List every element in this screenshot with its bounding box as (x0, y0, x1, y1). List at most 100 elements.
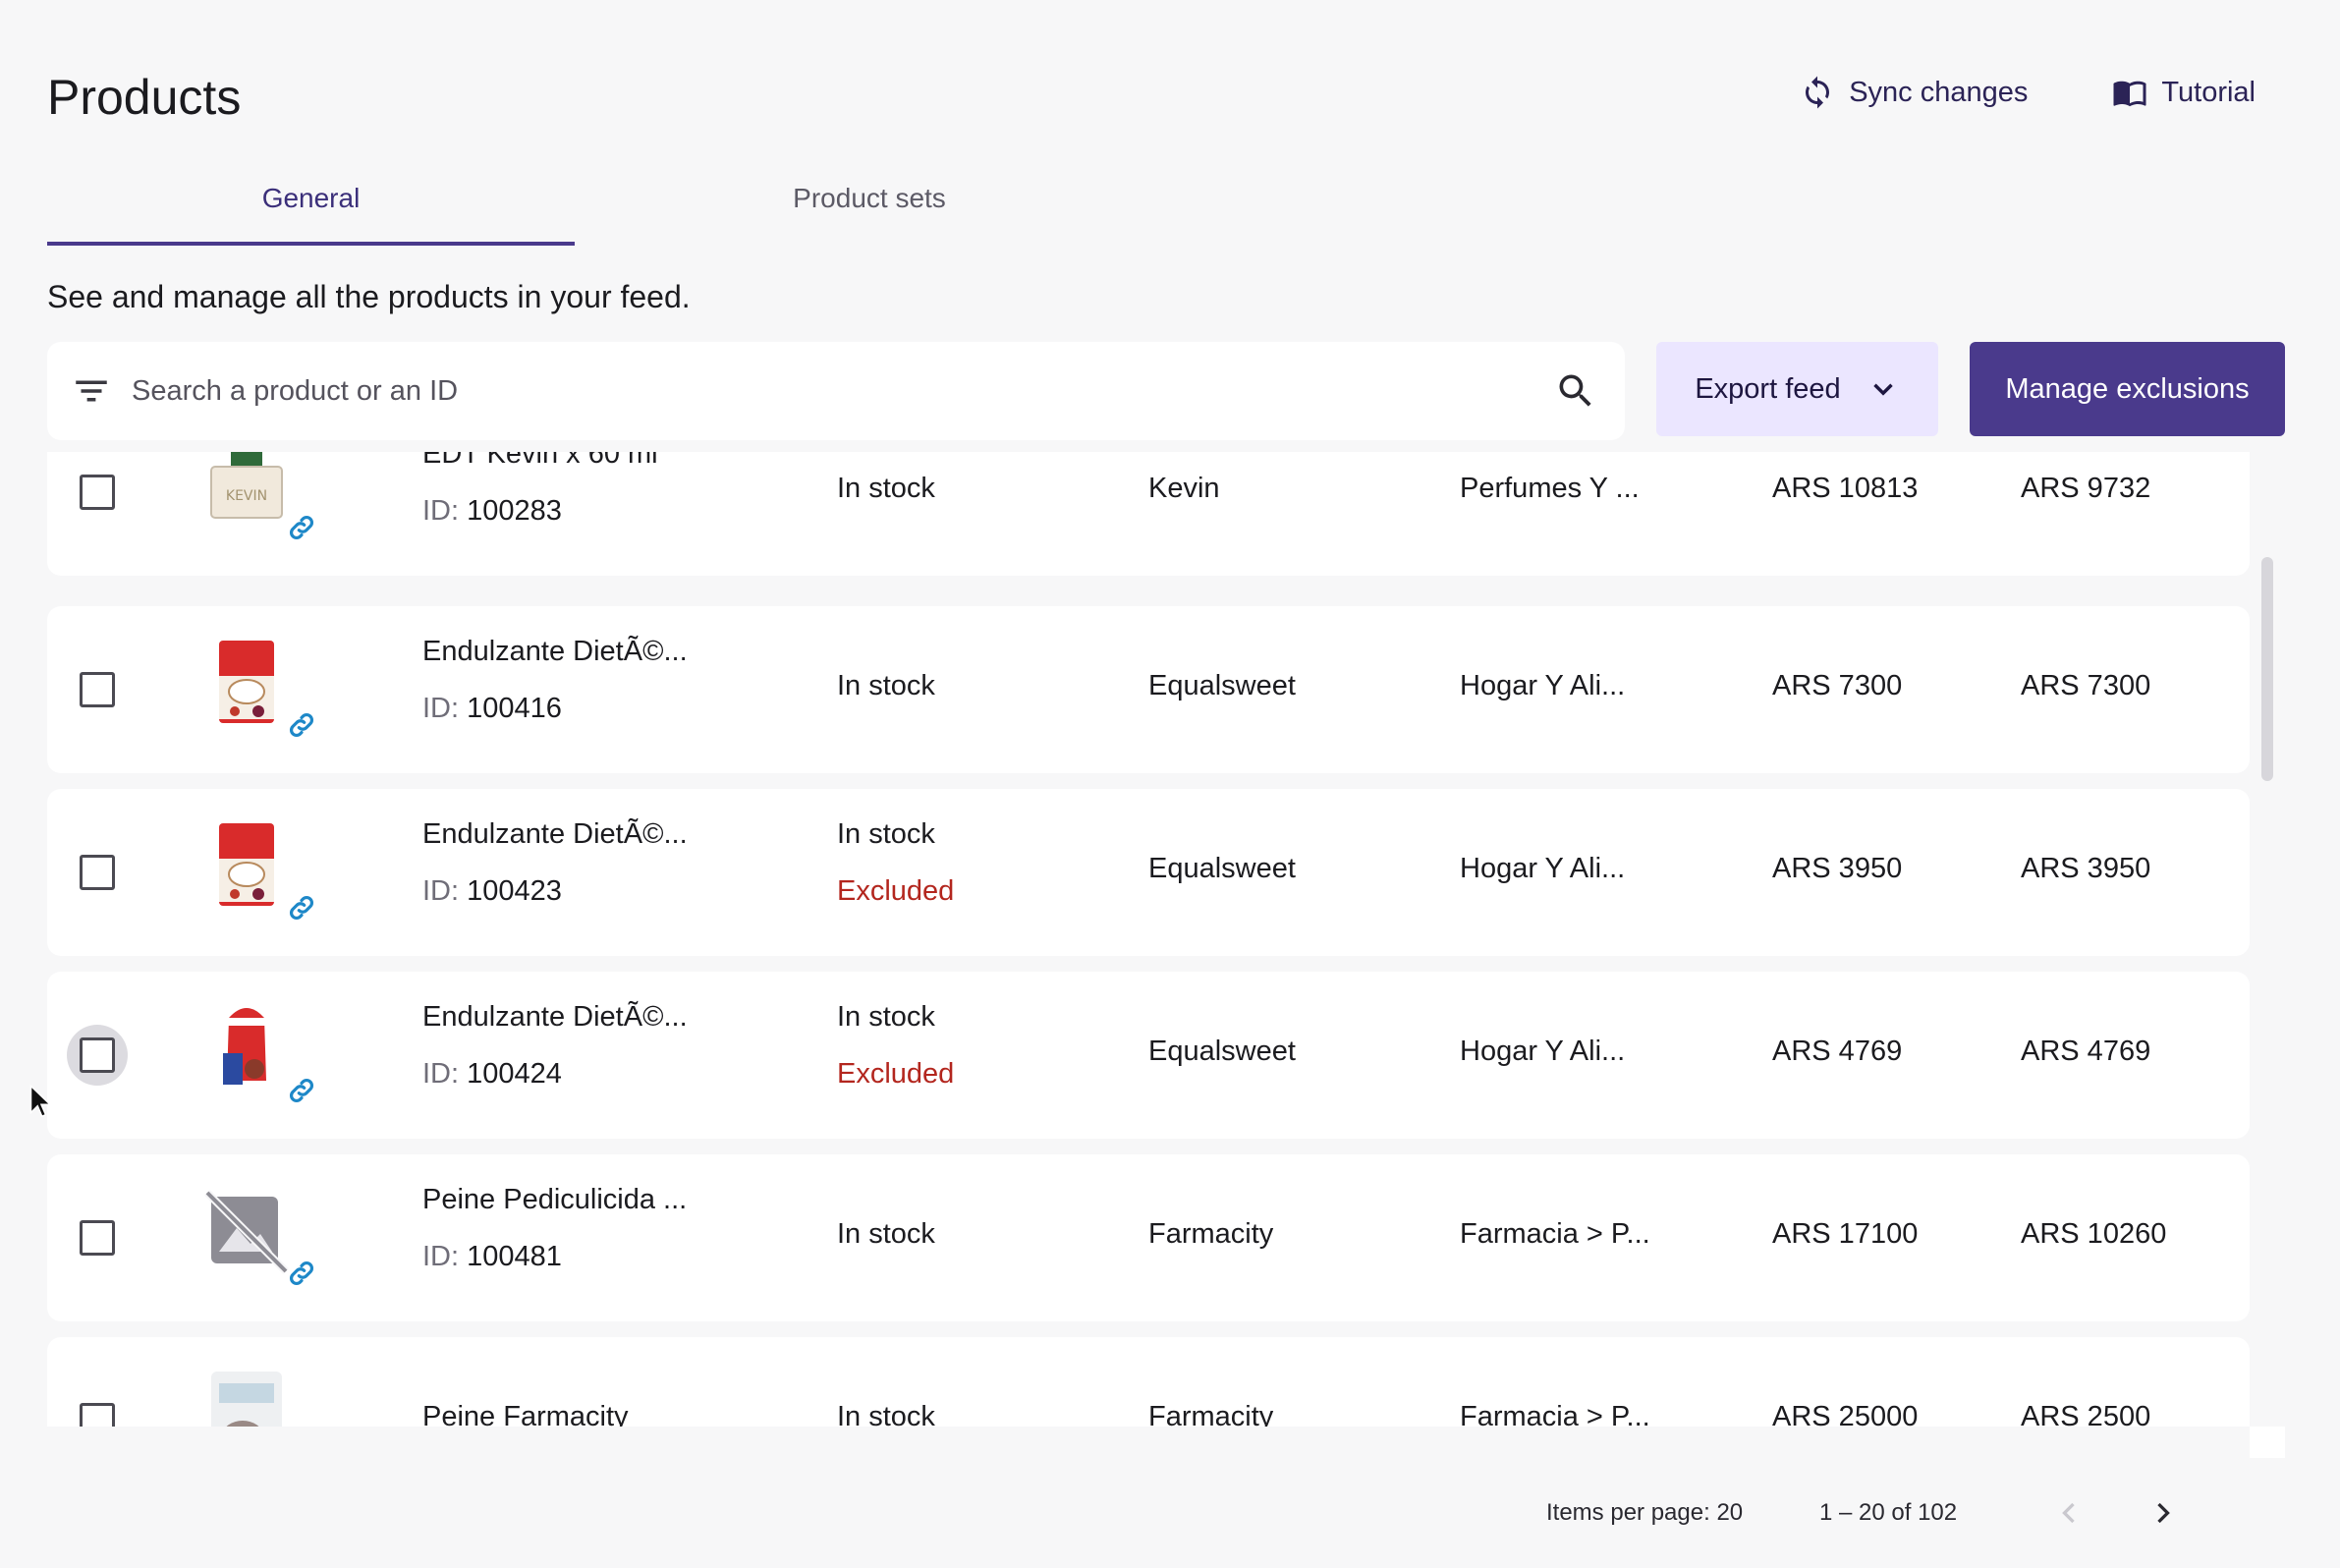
table-row[interactable]: KEVIN EDT Kevin x 60 ml ID: 100283 In sto… (47, 452, 2250, 576)
table-row[interactable]: Peine Pediculicida ... ID: 100481 In stoc… (47, 1154, 2250, 1321)
table-row[interactable]: Endulzante DietÃ©... ID: 100416 In stock E… (47, 606, 2250, 773)
sync-changes-button[interactable]: Sync changes (1800, 75, 2028, 110)
product-name[interactable]: Endulzante DietÃ©... (422, 818, 688, 851)
link-icon[interactable] (286, 1258, 317, 1289)
row-select-checkbox[interactable] (80, 1037, 115, 1073)
product-sale-price: ARS 7300 (2021, 670, 2151, 701)
comb-package-image (199, 1368, 294, 1427)
product-brand: Equalsweet (1148, 1036, 1296, 1067)
product-price: ARS 10813 (1772, 473, 1919, 504)
manage-exclusions-button[interactable]: Manage exclusions (1970, 342, 2285, 436)
tab-bar: General Product sets (47, 167, 1164, 246)
items-per-page-value: 20 (1716, 1499, 1744, 1526)
tab-product-sets[interactable]: Product sets (575, 167, 1164, 246)
header-actions: Sync changes Tutorial (1800, 75, 2256, 110)
previous-page-icon[interactable] (2051, 1495, 2087, 1531)
product-name[interactable]: Endulzante DietÃ©... (422, 636, 688, 668)
link-icon[interactable] (286, 512, 317, 543)
product-id-value: 100416 (467, 693, 562, 724)
product-category: Farmacia > P... (1460, 1401, 1650, 1427)
filter-icon[interactable] (71, 370, 112, 412)
tutorial-label: Tutorial (2161, 76, 2256, 108)
page-title: Products (47, 70, 242, 125)
row-select-checkbox[interactable] (80, 475, 115, 510)
product-id: ID: 100481 (422, 1241, 562, 1273)
product-id-label: ID: (422, 693, 460, 724)
product-id-label: ID: (422, 1058, 460, 1090)
product-sale-price: ARS 9732 (2021, 473, 2151, 504)
product-id: ID: 100416 (422, 693, 562, 725)
product-sale-price: ARS 4769 (2021, 1036, 2151, 1067)
table-scrollbar[interactable] (2261, 557, 2273, 781)
row-select-checkbox[interactable] (80, 1403, 115, 1427)
product-category: Hogar Y Ali... (1460, 853, 1626, 884)
product-brand: Farmacity (1148, 1218, 1274, 1250)
product-brand: Kevin (1148, 473, 1220, 504)
link-icon[interactable] (286, 709, 317, 741)
sync-icon (1806, 76, 1830, 109)
perfume-bottle-image: KEVIN (199, 452, 294, 533)
product-name[interactable]: EDT Kevin x 60 ml (422, 452, 658, 471)
product-name[interactable]: Endulzante DietÃ©... (422, 1001, 688, 1034)
row-select-checkbox[interactable] (80, 672, 115, 707)
product-category: Farmacia > P... (1460, 1218, 1650, 1250)
product-name[interactable]: Peine Farmacity (422, 1401, 629, 1427)
next-page-icon[interactable] (2145, 1495, 2181, 1531)
table-row[interactable]: Endulzante DietÃ©... ID: 100423 In stock E… (47, 789, 2250, 956)
link-icon[interactable] (286, 892, 317, 924)
product-price: ARS 25000 (1772, 1401, 1919, 1427)
book-icon (2113, 81, 2146, 107)
row-select-checkbox[interactable] (80, 855, 115, 890)
sweetener-box-image (199, 819, 294, 914)
sweetener-box-image (199, 637, 294, 731)
exclusion-status: Excluded (837, 875, 955, 907)
product-id: ID: 100424 (422, 1058, 562, 1091)
table-row[interactable]: Peine Farmacity In stock Farmacity Farmacia… (47, 1337, 2250, 1427)
link-icon[interactable] (286, 1075, 317, 1106)
export-feed-label: Export feed (1695, 372, 1841, 405)
exclusion-status: Excluded (837, 1058, 955, 1090)
product-category: Hogar Y Ali... (1460, 1036, 1626, 1067)
sync-changes-label: Sync changes (1849, 76, 2029, 108)
table-row[interactable]: Endulzante DietÃ©... ID: 100424 In stock E… (47, 972, 2250, 1139)
page-description: See and manage all the products in your … (47, 279, 691, 314)
search-input[interactable] (132, 374, 1554, 408)
product-category: Hogar Y Ali... (1460, 670, 1626, 701)
product-id-label: ID: (422, 1241, 460, 1272)
stock-status: In stock (837, 670, 935, 701)
stock-status: In stock (837, 818, 935, 850)
tab-general[interactable]: General (47, 167, 575, 246)
stock-status: In stock (837, 1218, 935, 1250)
export-feed-button[interactable]: Export feed (1656, 342, 1938, 436)
mouse-cursor-icon (29, 1085, 52, 1118)
stock-status: In stock (837, 1001, 935, 1033)
product-id: ID: 100423 (422, 875, 562, 908)
sweetener-bottle-image (199, 1002, 294, 1096)
product-id-value: 100481 (467, 1241, 562, 1272)
product-id: ID: 100283 (422, 495, 562, 528)
product-id-value: 100424 (467, 1058, 562, 1090)
product-id-value: 100423 (467, 875, 562, 907)
search-icon[interactable] (1554, 369, 1597, 413)
product-id-label: ID: (422, 875, 460, 907)
tutorial-button[interactable]: Tutorial (2112, 75, 2256, 110)
chevron-down-icon (1872, 383, 1893, 396)
product-brand: Farmacity (1148, 1401, 1274, 1427)
scrollbar-corner (2250, 1427, 2285, 1458)
products-page: Products Sync changes Tutorial General P… (0, 0, 2340, 1568)
product-name[interactable]: Peine Pediculicida ... (422, 1184, 687, 1216)
items-per-page[interactable]: Items per page: 20 (1546, 1499, 1743, 1527)
row-select-checkbox[interactable] (80, 1220, 115, 1256)
product-sale-price: ARS 2500 (2021, 1401, 2151, 1427)
product-brand: Equalsweet (1148, 670, 1296, 701)
stock-status: In stock (837, 1401, 935, 1427)
product-price: ARS 7300 (1772, 670, 1903, 701)
product-price: ARS 17100 (1772, 1218, 1919, 1250)
product-id-label: ID: (422, 495, 460, 527)
product-brand: Equalsweet (1148, 853, 1296, 884)
product-price: ARS 4769 (1772, 1036, 1903, 1067)
product-category: Perfumes Y ... (1460, 473, 1640, 504)
product-sale-price: ARS 3950 (2021, 853, 2151, 884)
product-sale-price: ARS 10260 (2021, 1218, 2167, 1250)
stock-status: In stock (837, 473, 935, 504)
